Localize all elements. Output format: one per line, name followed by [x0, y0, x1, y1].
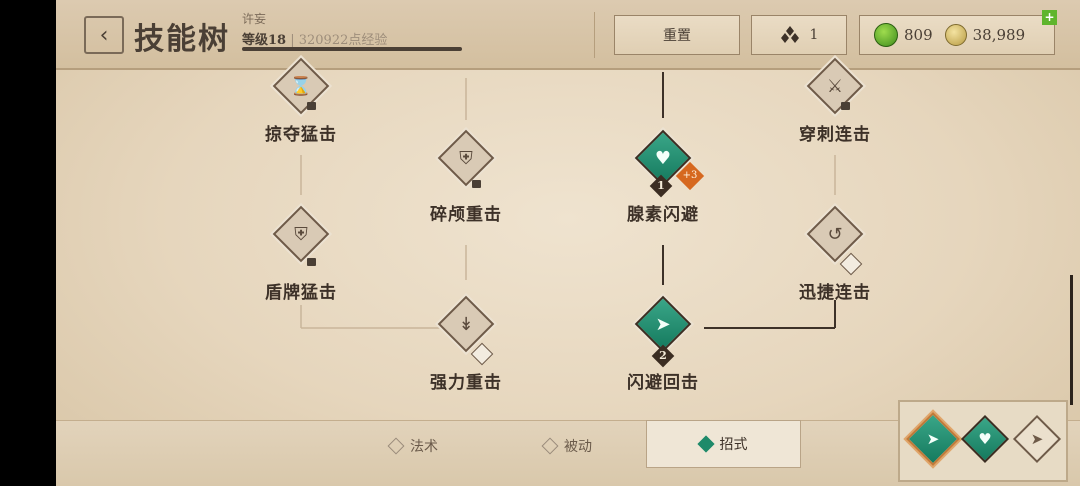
skill-tree-screen: ‹ 技能树 许妄 等级18 | 320922点经验 重置 1 809 38,98…: [56, 0, 1080, 486]
skill-node-dodge-counter[interactable]: ➤ 2 闪避回击: [593, 295, 733, 393]
diamond-icon: [387, 437, 405, 455]
equipped-slot-1[interactable]: ➤: [906, 412, 960, 466]
skill-icon-frame: ⚔: [806, 57, 864, 115]
skill-icon-frame: ⛨: [437, 129, 495, 187]
skill-node-skull-crush[interactable]: ⛨ 碎颅重击: [396, 129, 536, 225]
equipped-skills-panel: ➤ ♥ ➤: [898, 400, 1068, 482]
skill-node-power-strike[interactable]: ↡ 强力重击: [396, 295, 536, 393]
lock-icon: [307, 258, 316, 266]
bonus-badge: +3: [675, 161, 705, 191]
skill-icon-frame: ⌛: [272, 57, 330, 115]
lock-icon: [841, 102, 850, 110]
empty-rank-slot: [839, 252, 863, 276]
dash-icon: ➤: [1030, 430, 1044, 448]
skill-icon-frame: ↡: [437, 295, 495, 353]
tab-label: 法术: [410, 439, 438, 455]
skill-label: 腺素闪避: [627, 205, 699, 225]
heart-wing-icon: ♥: [654, 147, 672, 169]
sword-down-icon: ↡: [458, 313, 474, 335]
skill-label: 盾牌猛击: [265, 283, 337, 303]
tab-passives[interactable]: 被动: [541, 424, 634, 468]
skill-label: 穿刺连击: [799, 125, 871, 145]
sword-swirl-icon: ↺: [827, 223, 843, 245]
skill-node-swift-combo[interactable]: ↺ 迅捷连击: [765, 205, 905, 303]
empty-rank-slot: [470, 342, 494, 366]
tab-spells[interactable]: 法术: [387, 424, 480, 468]
skill-icon-frame: ↺: [806, 205, 864, 263]
rank-badge: 1: [649, 174, 673, 198]
lock-icon: [472, 180, 481, 188]
scrollbar[interactable]: [1070, 275, 1073, 405]
skill-label: 强力重击: [430, 373, 502, 393]
skill-label: 掠夺猛击: [265, 125, 337, 145]
shield-split-icon: ⛨: [459, 147, 473, 169]
skill-label: 碎颅重击: [430, 205, 502, 225]
skill-label: 迅捷连击: [799, 283, 871, 303]
dash-icon: ➤: [926, 430, 940, 448]
skill-icon-frame: ⛨: [272, 205, 330, 263]
skill-node-shield-bash[interactable]: ⛨ 盾牌猛击: [231, 205, 371, 303]
heart-wing-icon: ♥: [978, 430, 992, 448]
shield-icon: ⛨: [294, 223, 308, 245]
blade-icon: ⚔: [826, 75, 844, 97]
dash-icon: ➤: [655, 313, 671, 335]
tab-moves[interactable]: 招式: [646, 420, 801, 468]
diamond-icon: [541, 437, 559, 455]
skill-node-plunder-strike[interactable]: ⌛ 掠夺猛击: [231, 57, 371, 152]
skill-tree-connectors: [300, 72, 836, 329]
diamond-icon: [697, 435, 714, 453]
skill-node-adrenaline-dodge[interactable]: ♥ 1 +3 腺素闪避: [593, 129, 733, 225]
lock-icon: [307, 102, 316, 110]
rank-badge: 2: [651, 344, 675, 368]
skill-node-pierce-combo[interactable]: ⚔ 穿刺连击: [765, 57, 905, 152]
hourglass-icon: ⌛: [289, 75, 313, 97]
equipped-slot-3[interactable]: ➤: [1012, 414, 1062, 464]
equipped-slot-2[interactable]: ♥: [960, 414, 1010, 464]
skill-label: 闪避回击: [627, 373, 699, 393]
tab-label: 招式: [719, 437, 748, 453]
tab-label: 被动: [564, 439, 592, 455]
